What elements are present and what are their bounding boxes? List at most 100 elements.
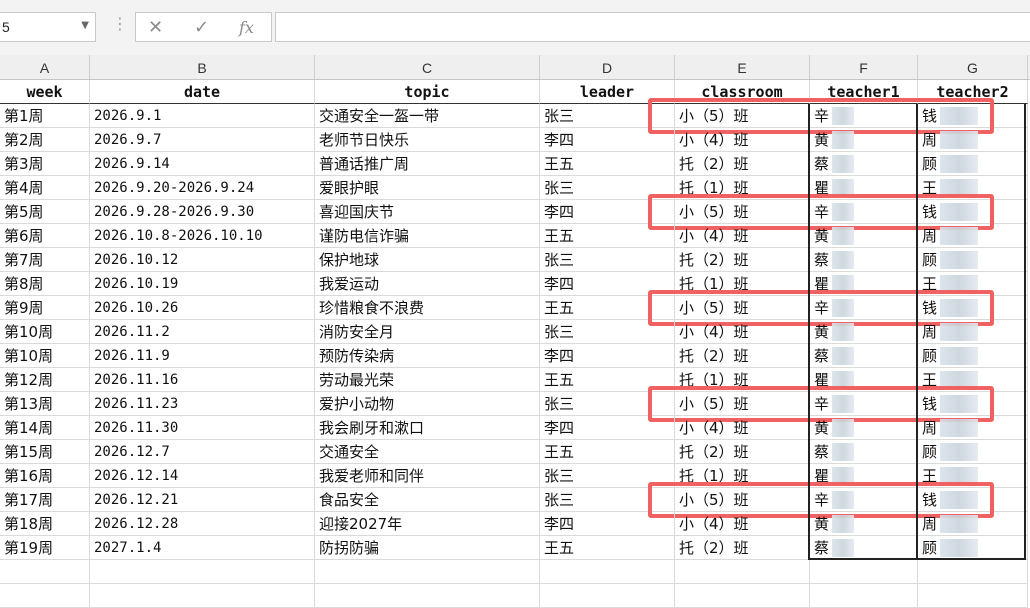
cell-week[interactable]: 第5周 bbox=[0, 200, 90, 224]
cell-teacher2[interactable]: 周 bbox=[918, 416, 1028, 440]
column-header-b[interactable]: B bbox=[90, 55, 315, 79]
cell-date[interactable]: 2026.9.7 bbox=[90, 128, 315, 152]
cell-teacher2[interactable]: 周 bbox=[918, 224, 1028, 248]
cell-week[interactable]: 第3周 bbox=[0, 152, 90, 176]
cell-leader[interactable]: 张三 bbox=[540, 248, 675, 272]
empty-cell[interactable] bbox=[540, 584, 675, 608]
cell-topic[interactable]: 劳动最光荣 bbox=[315, 368, 540, 392]
cell-week[interactable]: 第1周 bbox=[0, 104, 90, 128]
empty-cell[interactable] bbox=[918, 584, 1028, 608]
cell-topic[interactable]: 喜迎国庆节 bbox=[315, 200, 540, 224]
cell-teacher2[interactable]: 顾 bbox=[918, 248, 1028, 272]
cell-date[interactable]: 2026.10.19 bbox=[90, 272, 315, 296]
cell-teacher2[interactable]: 顾 bbox=[918, 152, 1028, 176]
cell-week[interactable]: 第10周 bbox=[0, 320, 90, 344]
cell-teacher1[interactable]: 蔡 bbox=[810, 344, 918, 368]
cell-week[interactable]: 第17周 bbox=[0, 488, 90, 512]
empty-cell[interactable] bbox=[315, 560, 540, 584]
cell-topic[interactable]: 消防安全月 bbox=[315, 320, 540, 344]
cell-classroom[interactable]: 小（4）班 bbox=[675, 320, 810, 344]
cell-week[interactable]: 第6周 bbox=[0, 224, 90, 248]
cell-topic[interactable]: 我爱运动 bbox=[315, 272, 540, 296]
cell-leader[interactable]: 李四 bbox=[540, 344, 675, 368]
cell-topic[interactable]: 珍惜粮食不浪费 bbox=[315, 296, 540, 320]
cell-topic[interactable]: 我会刷牙和漱口 bbox=[315, 416, 540, 440]
cell-week[interactable]: 第14周 bbox=[0, 416, 90, 440]
cell-date[interactable]: 2026.9.14 bbox=[90, 152, 315, 176]
column-header-a[interactable]: A bbox=[0, 55, 90, 79]
cell-topic[interactable]: 交通安全一盔一带 bbox=[315, 104, 540, 128]
cell-date[interactable]: 2026.11.30 bbox=[90, 416, 315, 440]
column-header-f[interactable]: F bbox=[810, 55, 918, 79]
cell-week[interactable]: 第13周 bbox=[0, 392, 90, 416]
cell-leader[interactable]: 李四 bbox=[540, 128, 675, 152]
cell-teacher1[interactable]: 蔡 bbox=[810, 248, 918, 272]
cell-date[interactable]: 2026.12.21 bbox=[90, 488, 315, 512]
cell-teacher2[interactable]: 顾 bbox=[918, 440, 1028, 464]
empty-cell[interactable] bbox=[540, 560, 675, 584]
empty-cell[interactable] bbox=[810, 560, 918, 584]
column-header-e[interactable]: E bbox=[675, 55, 810, 79]
cell-date[interactable]: 2026.9.28-2026.9.30 bbox=[90, 200, 315, 224]
column-header-d[interactable]: D bbox=[540, 55, 675, 79]
cell-date[interactable]: 2026.12.7 bbox=[90, 440, 315, 464]
cell-leader[interactable]: 李四 bbox=[540, 416, 675, 440]
cell-week[interactable]: 第9周 bbox=[0, 296, 90, 320]
column-header-c[interactable]: C bbox=[315, 55, 540, 79]
cell-date[interactable]: 2027.1.4 bbox=[90, 536, 315, 560]
cell-leader[interactable]: 李四 bbox=[540, 512, 675, 536]
column-header-g[interactable]: G bbox=[918, 55, 1028, 79]
cell-classroom[interactable]: 小（4）班 bbox=[675, 128, 810, 152]
empty-cell[interactable] bbox=[90, 584, 315, 608]
empty-cell[interactable] bbox=[90, 560, 315, 584]
cell-teacher1[interactable]: 蔡 bbox=[810, 152, 918, 176]
cell-classroom[interactable]: 托（2）班 bbox=[675, 344, 810, 368]
cell-classroom[interactable]: 托（2）班 bbox=[675, 536, 810, 560]
cell-classroom[interactable]: 小（4）班 bbox=[675, 512, 810, 536]
cell-date[interactable]: 2026.11.9 bbox=[90, 344, 315, 368]
cell-teacher1[interactable]: 蔡 bbox=[810, 440, 918, 464]
cell-teacher2[interactable]: 周 bbox=[918, 128, 1028, 152]
cell-leader[interactable]: 王五 bbox=[540, 440, 675, 464]
cell-date[interactable]: 2026.9.1 bbox=[90, 104, 315, 128]
cell-week[interactable]: 第16周 bbox=[0, 464, 90, 488]
cell-week[interactable]: 第19周 bbox=[0, 536, 90, 560]
header-cell-topic[interactable]: topic bbox=[315, 80, 540, 104]
cell-date[interactable]: 2026.12.28 bbox=[90, 512, 315, 536]
cell-week[interactable]: 第2周 bbox=[0, 128, 90, 152]
cell-date[interactable]: 2026.11.23 bbox=[90, 392, 315, 416]
cell-topic[interactable]: 爱护小动物 bbox=[315, 392, 540, 416]
cell-topic[interactable]: 保护地球 bbox=[315, 248, 540, 272]
cell-classroom[interactable]: 托（2）班 bbox=[675, 440, 810, 464]
cell-topic[interactable]: 爱眼护眼 bbox=[315, 176, 540, 200]
cell-date[interactable]: 2026.12.14 bbox=[90, 464, 315, 488]
cell-leader[interactable]: 王五 bbox=[540, 536, 675, 560]
formula-input[interactable] bbox=[275, 12, 1030, 42]
header-cell-week[interactable]: week bbox=[0, 80, 90, 104]
cell-teacher2[interactable]: 周 bbox=[918, 512, 1028, 536]
cell-classroom[interactable]: 托（2）班 bbox=[675, 248, 810, 272]
cell-week[interactable]: 第8周 bbox=[0, 272, 90, 296]
cell-date[interactable]: 2026.10.12 bbox=[90, 248, 315, 272]
cell-classroom[interactable]: 小（4）班 bbox=[675, 224, 810, 248]
cell-week[interactable]: 第15周 bbox=[0, 440, 90, 464]
cell-topic[interactable]: 食品安全 bbox=[315, 488, 540, 512]
cell-teacher1[interactable]: 蔡 bbox=[810, 536, 918, 560]
cell-topic[interactable]: 我爱老师和同伴 bbox=[315, 464, 540, 488]
cell-topic[interactable]: 交通安全 bbox=[315, 440, 540, 464]
cell-teacher1[interactable]: 黄 bbox=[810, 128, 918, 152]
cell-classroom[interactable]: 托（2）班 bbox=[675, 152, 810, 176]
empty-cell[interactable] bbox=[315, 584, 540, 608]
cell-topic[interactable]: 谨防电信诈骗 bbox=[315, 224, 540, 248]
empty-cell[interactable] bbox=[810, 584, 918, 608]
cell-leader[interactable]: 王五 bbox=[540, 224, 675, 248]
cell-leader[interactable]: 王五 bbox=[540, 152, 675, 176]
function-icon[interactable]: fx bbox=[239, 18, 254, 37]
cell-teacher1[interactable]: 黄 bbox=[810, 512, 918, 536]
cell-teacher1[interactable]: 黄 bbox=[810, 320, 918, 344]
chevron-down-icon[interactable]: ▼ bbox=[81, 20, 89, 31]
header-cell-date[interactable]: date bbox=[90, 80, 315, 104]
cell-leader[interactable]: 张三 bbox=[540, 320, 675, 344]
cell-teacher1[interactable]: 黄 bbox=[810, 416, 918, 440]
cell-date[interactable]: 2026.10.26 bbox=[90, 296, 315, 320]
